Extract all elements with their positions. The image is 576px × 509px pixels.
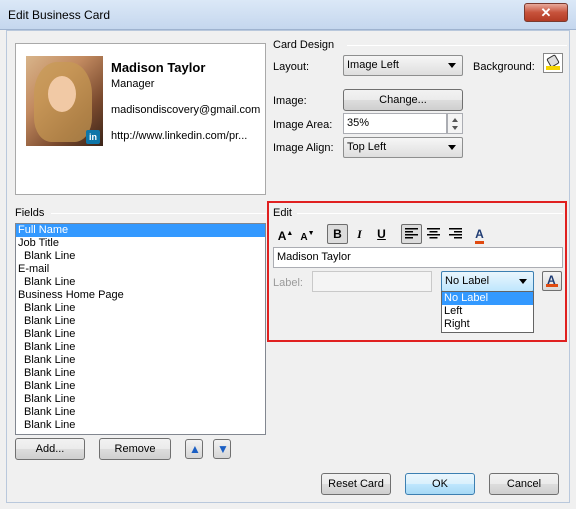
chevron-down-icon	[448, 63, 456, 68]
background-label: Background:	[473, 61, 535, 73]
list-item[interactable]: Blank Line	[16, 393, 265, 406]
remove-field-button[interactable]: Remove	[99, 438, 171, 460]
list-item[interactable]: Blank Line	[16, 367, 265, 380]
image-area-label: Image Area:	[273, 119, 333, 131]
layout-label: Layout:	[273, 61, 310, 73]
field-text-input[interactable]: Madison Taylor	[273, 247, 563, 268]
grow-font-icon[interactable]: A▲	[275, 224, 296, 244]
image-area-field[interactable]: 35%	[343, 113, 447, 134]
italic-icon[interactable]: I	[349, 224, 370, 244]
title-bar: Edit Business Card ✕	[0, 0, 576, 30]
align-left-icon[interactable]	[401, 224, 422, 244]
bold-icon[interactable]: B	[327, 224, 348, 244]
edit-heading: Edit	[273, 207, 296, 219]
ok-button[interactable]: OK	[405, 473, 475, 495]
card-photo: in	[26, 56, 103, 146]
move-down-button[interactable]: ▼	[213, 439, 231, 459]
list-item[interactable]: Blank Line	[16, 419, 265, 432]
image-area-stepper[interactable]	[447, 113, 463, 134]
move-up-icon: ▲	[189, 442, 201, 456]
fields-heading: Fields	[15, 207, 49, 219]
linkedin-icon: in	[86, 130, 100, 144]
dialog-client: in Madison Taylor Manager madisondiscove…	[6, 30, 570, 503]
card-url: http://www.linkedin.com/pr...	[111, 130, 248, 142]
reset-card-button[interactable]: Reset Card	[321, 473, 391, 495]
image-label: Image:	[273, 95, 307, 107]
label-input[interactable]	[312, 271, 432, 292]
card-email: madisondiscovery@gmail.com	[111, 104, 261, 116]
dropdown-option[interactable]: No Label	[442, 292, 533, 305]
card-preview: in Madison Taylor Manager madisondiscove…	[15, 43, 266, 195]
card-design-heading: Card Design	[273, 39, 339, 51]
shrink-font-icon[interactable]: A▼	[297, 224, 318, 244]
list-item[interactable]: Blank Line	[16, 250, 265, 263]
label-position-options[interactable]: No Label Left Right	[441, 291, 534, 333]
background-fill-icon[interactable]	[543, 53, 563, 73]
image-align-label: Image Align:	[273, 142, 334, 154]
list-item[interactable]: Job Title	[16, 237, 265, 250]
list-item[interactable]: Blank Line	[16, 328, 265, 341]
list-item[interactable]: Blank Line	[16, 354, 265, 367]
window-title: Edit Business Card	[8, 8, 111, 22]
font-color-icon[interactable]: A	[469, 224, 490, 244]
chevron-down-icon	[519, 279, 527, 284]
layout-dropdown[interactable]: Image Left	[343, 55, 463, 76]
label-font-color-button[interactable]: A	[542, 271, 562, 291]
move-down-icon: ▼	[217, 442, 229, 456]
close-icon: ✕	[540, 5, 552, 20]
dropdown-option[interactable]: Left	[442, 305, 533, 318]
align-center-icon[interactable]	[423, 224, 444, 244]
dropdown-option[interactable]: Right	[442, 318, 533, 331]
align-right-icon[interactable]	[445, 224, 466, 244]
list-item[interactable]: Blank Line	[16, 315, 265, 328]
move-up-button[interactable]: ▲	[185, 439, 203, 459]
label-position-dropdown[interactable]: No Label	[441, 271, 534, 292]
close-button[interactable]: ✕	[524, 3, 568, 22]
list-item[interactable]: E-mail	[16, 263, 265, 276]
image-align-dropdown[interactable]: Top Left	[343, 137, 463, 158]
chevron-down-icon	[448, 145, 456, 150]
card-job-title: Manager	[111, 78, 155, 90]
list-item[interactable]: Blank Line	[16, 380, 265, 393]
cancel-button[interactable]: Cancel	[489, 473, 559, 495]
list-item[interactable]: Business Home Page	[16, 289, 265, 302]
card-name: Madison Taylor	[111, 60, 206, 75]
list-item[interactable]: Blank Line	[16, 302, 265, 315]
underline-icon[interactable]: U	[371, 224, 392, 244]
list-item[interactable]: Blank Line	[16, 276, 265, 289]
list-item[interactable]: Blank Line	[16, 341, 265, 354]
add-field-button[interactable]: Add...	[15, 438, 85, 460]
list-item[interactable]: Blank Line	[16, 406, 265, 419]
label-label: Label:	[273, 277, 303, 289]
change-image-button[interactable]: Change...	[343, 89, 463, 111]
fields-list[interactable]: Full Name Job Title Blank Line E-mail Blank …	[15, 223, 266, 435]
list-item[interactable]: Full Name	[16, 224, 265, 237]
